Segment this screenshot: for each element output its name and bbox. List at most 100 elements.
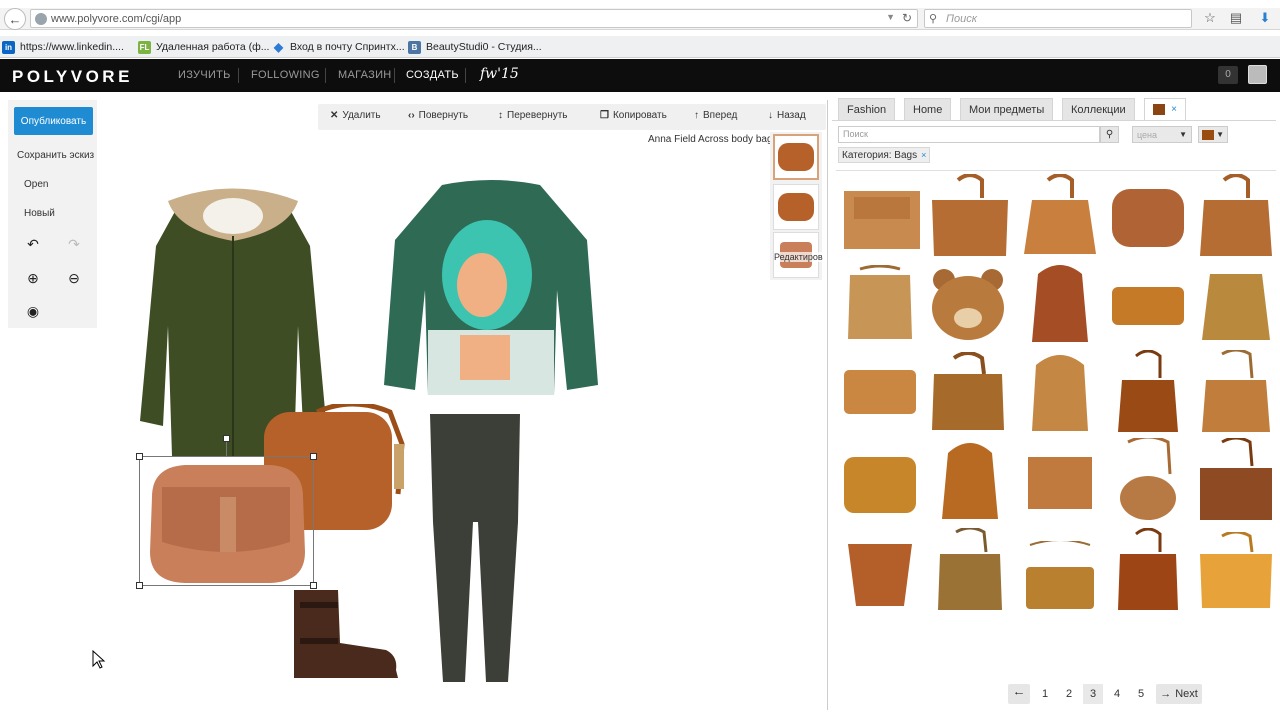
next-page-button[interactable]: → Next [1156,684,1202,704]
arrow-down-icon: ↓ [768,110,773,121]
product-thumb[interactable] [1020,536,1100,616]
forward-button[interactable]: ↑ Вперед [694,110,737,121]
product-thumb[interactable] [1020,442,1100,522]
product-thumb[interactable] [1020,352,1100,432]
product-thumb[interactable] [1108,528,1188,610]
delete-button[interactable]: ✕ Удалить [330,110,381,121]
product-thumb[interactable] [1108,350,1188,432]
page-5[interactable]: 5 [1132,684,1150,704]
prev-page-button[interactable]: 🠀 [1008,684,1030,704]
search-icon[interactable]: ⚲ [1100,126,1119,143]
season-badge[interactable]: fw'15 [480,66,519,82]
product-thumb[interactable] [840,442,920,522]
bookmark-fl[interactable]: FL Удаленная работа (ф... [138,40,269,54]
back-button[interactable]: ↓ Назад [768,110,806,121]
save-draft-link[interactable]: Сохранить эскиз [17,150,94,161]
product-thumb[interactable] [1108,438,1188,520]
product-thumb[interactable] [930,528,1010,610]
price-dropdown[interactable]: цена ▼ [1132,126,1192,143]
reading-list-icon[interactable]: ▤ [1227,10,1245,28]
avatar[interactable] [1248,65,1267,84]
reload-icon[interactable]: ↻ [902,11,912,25]
page-3[interactable]: 3 [1083,684,1103,704]
redo-icon[interactable]: ↷ [64,236,84,253]
nav-following[interactable]: FOLLOWING [251,69,320,81]
boot-image[interactable] [286,588,400,680]
product-thumb[interactable] [930,174,1010,256]
browser-search-placeholder: Поиск [946,13,977,25]
zoom-in-icon[interactable]: ⊕ [23,270,43,287]
open-link[interactable]: Open [24,179,48,190]
product-thumb[interactable] [1108,266,1188,346]
color-dropdown[interactable]: ▼ [1198,126,1228,143]
tab-color-filter[interactable]: × [1144,98,1186,120]
tab-home[interactable]: Home [904,98,952,120]
bag-image [1200,174,1272,256]
back-arrow-icon[interactable]: ← [4,8,26,30]
product-thumb[interactable] [930,440,1010,520]
product-thumb[interactable] [840,352,920,432]
bookmark-linkedin[interactable]: in https://www.linkedin.... [2,40,124,54]
product-thumb[interactable] [928,264,1008,344]
undo-icon[interactable]: ↶ [23,236,43,253]
product-thumb[interactable] [1196,532,1276,612]
star-icon[interactable]: ☆ [1201,10,1219,28]
url-dropdown-icon[interactable]: ▼ [886,12,895,22]
flip-button[interactable]: ↕ Перевернуть [498,110,568,121]
url-field[interactable]: www.polyvore.com/cgi/app ▼ ↻ [30,9,918,28]
rotate-handle[interactable] [223,435,230,442]
tab-my-items[interactable]: Мои предметы [960,98,1054,120]
browser-search-field[interactable]: ⚲ Поиск [924,9,1192,28]
page-1[interactable]: 1 [1036,684,1054,704]
publish-button[interactable]: Опубликовать [14,107,93,135]
close-icon[interactable]: × [1171,104,1177,115]
bag-image [1202,350,1270,432]
nav-create[interactable]: СОЗДАТЬ [406,69,459,81]
product-thumb[interactable] [1196,438,1276,520]
product-thumb[interactable] [1196,264,1276,344]
rotate-button[interactable]: ‹› Повернуть [408,110,468,121]
bag-image [938,528,1002,610]
bag-image [848,544,912,606]
tab-collections[interactable]: Коллекции [1062,98,1135,120]
resize-handle[interactable] [310,582,317,589]
notification-count[interactable]: 0 [1218,66,1238,84]
bookmark-vk[interactable]: B BeautyStudi0 - Студия... [408,40,542,54]
product-thumb[interactable] [1196,350,1276,432]
product-thumb[interactable] [1020,174,1100,256]
download-icon[interactable]: ⬇ [1256,10,1274,28]
bookmark-mail[interactable]: ◆ Вход в почту Спринтх... [272,40,405,54]
bag-image [1024,174,1096,254]
product-thumb[interactable] [842,178,922,258]
new-link[interactable]: Новый [24,208,55,219]
resize-handle[interactable] [136,582,143,589]
page-4[interactable]: 4 [1108,684,1126,704]
page-2[interactable]: 2 [1060,684,1078,704]
item-search-input[interactable]: Поиск [838,126,1100,143]
bag-thumb [778,143,814,171]
sweatshirt-image[interactable] [382,180,600,400]
zoom-out-icon[interactable]: ⊖ [64,270,84,287]
selection-box[interactable] [136,435,317,589]
category-filter-chip[interactable]: Категория: Bags × [838,147,931,163]
close-icon[interactable]: × [921,150,926,160]
nav-explore[interactable]: ИЗУЧИТЬ [178,69,231,81]
jeans-image[interactable] [428,412,523,684]
layer-thumb[interactable] [773,184,819,230]
product-thumb[interactable] [840,264,920,344]
nav-shop[interactable]: МАГАЗИН [338,69,392,81]
target-icon[interactable]: ◉ [23,303,43,320]
resize-handle[interactable] [310,453,317,460]
product-thumb[interactable] [1020,264,1100,344]
resize-handle[interactable] [136,453,143,460]
tab-fashion[interactable]: Fashion [838,98,896,120]
product-thumb[interactable] [928,352,1008,432]
polyvore-logo[interactable]: POLYVORE [12,67,133,87]
copy-button[interactable]: ❐ Копировать [600,110,667,121]
edit-layer-label[interactable]: Редактиров [774,252,823,262]
layer-thumb[interactable] [773,134,819,180]
product-thumb[interactable] [840,530,920,610]
product-thumb[interactable] [1108,178,1188,258]
mouse-cursor-icon [92,650,106,669]
product-thumb[interactable] [1196,174,1276,256]
